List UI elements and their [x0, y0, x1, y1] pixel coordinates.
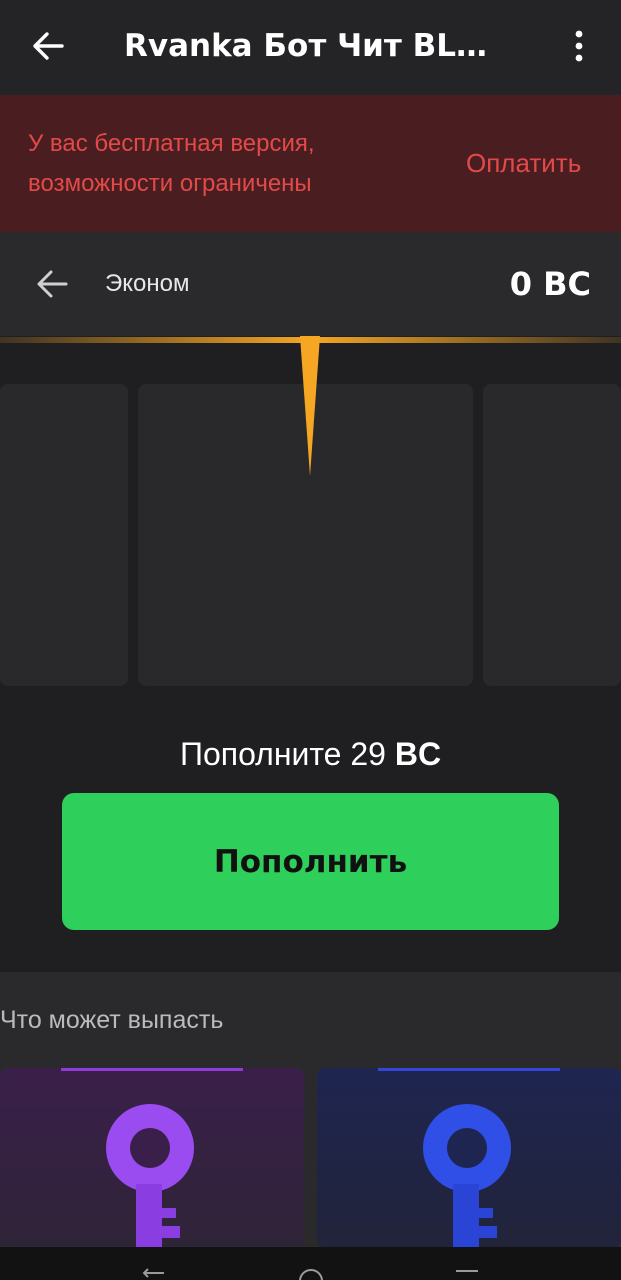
topup-hint-text: Пополните 29 — [179, 736, 395, 772]
free-version-message: У вас бесплатная версия, возможности огр… — [28, 124, 428, 204]
banner-line-2: возможности ограничены — [28, 170, 312, 197]
topup-hint-currency: BC — [394, 736, 442, 772]
roulette-slot-right — [483, 384, 621, 686]
roulette-slot-left — [0, 384, 128, 686]
banner-line-1: У вас бесплатная версия, — [28, 130, 315, 157]
nav-home-icon[interactable] — [296, 1267, 326, 1280]
case-back-icon[interactable] — [34, 266, 70, 302]
drops-title: Что может выпасть — [0, 1006, 224, 1034]
nav-menu-icon[interactable] — [452, 1267, 482, 1280]
balance: 0 BC — [509, 265, 591, 303]
system-nav-bar — [0, 1247, 621, 1280]
case-name: Эконом — [105, 270, 190, 297]
rarity-stripe — [378, 1068, 560, 1071]
page-title: Rvanka Бот Чит BLAC... — [124, 28, 504, 64]
topup-button[interactable]: Пополнить — [62, 793, 559, 930]
purple-key-icon — [106, 1104, 194, 1248]
drop-item-card[interactable] — [0, 1068, 304, 1248]
drop-item-card[interactable] — [317, 1068, 621, 1248]
nav-back-icon[interactable] — [140, 1267, 170, 1280]
pay-button[interactable]: Оплатить — [466, 143, 581, 183]
more-options-icon[interactable] — [566, 28, 592, 64]
topup-hint: Пополните 29 BC — [0, 733, 621, 775]
blue-key-icon — [423, 1104, 511, 1248]
back-arrow-icon[interactable] — [30, 28, 66, 64]
roulette-pointer-icon — [300, 336, 320, 476]
rarity-stripe — [61, 1068, 243, 1071]
